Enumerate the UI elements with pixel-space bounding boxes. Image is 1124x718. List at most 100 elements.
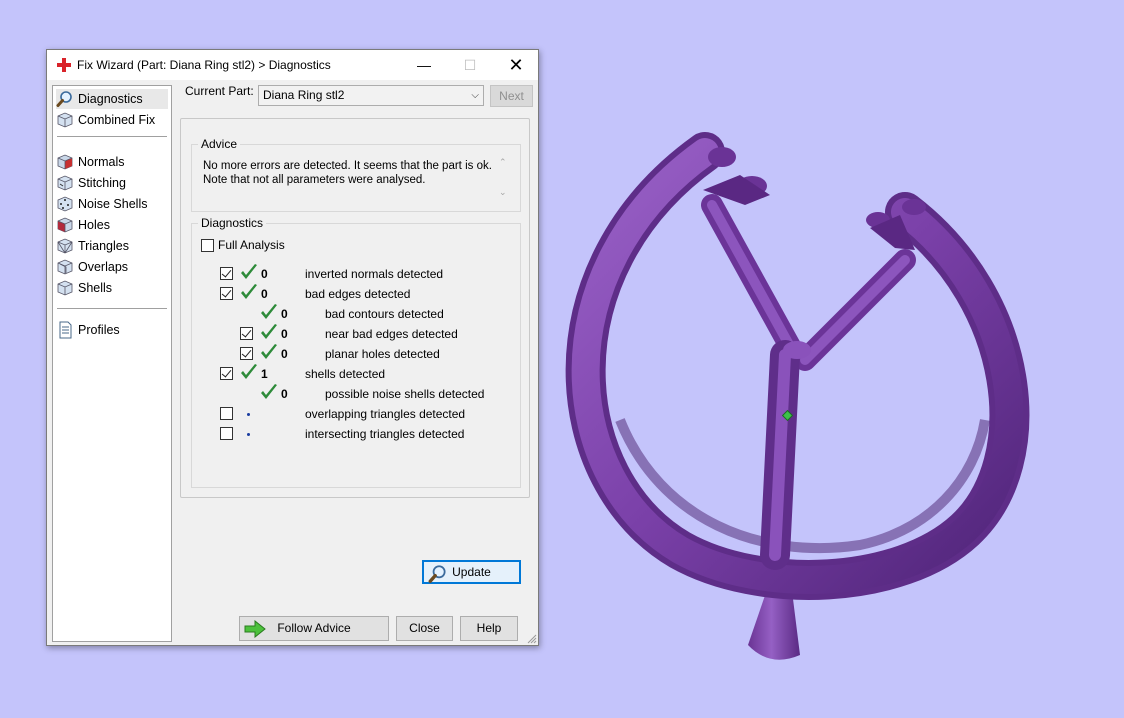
- magnifier-icon: [428, 565, 446, 583]
- wizard-sidebar: Diagnostics Combined Fix Normals Stitchi…: [52, 85, 172, 642]
- diagnostics-panel: Advice No more errors are detected. It s…: [180, 118, 530, 584]
- full-analysis-checkbox[interactable]: Full Analysis: [201, 238, 285, 252]
- diagnostics-row: 0 bad edges detected: [192, 284, 512, 304]
- scroll-up-icon[interactable]: ⌃: [499, 157, 507, 168]
- holes-cube-icon: [57, 217, 73, 233]
- row-count: 1: [261, 367, 268, 381]
- row-label: intersecting triangles detected: [305, 427, 465, 441]
- advice-scrollbar[interactable]: ⌃ ⌄: [497, 157, 511, 203]
- sidebar-item-shells[interactable]: Shells: [56, 278, 168, 298]
- sidebar-item-combined-fix[interactable]: Combined Fix: [56, 110, 168, 130]
- row-checkbox[interactable]: [240, 347, 253, 360]
- sidebar-item-holes[interactable]: Holes: [56, 215, 168, 235]
- sidebar-item-normals[interactable]: Normals: [56, 152, 168, 172]
- row-label: near bad edges detected: [325, 327, 458, 341]
- advice-text: No more errors are detected. It seems th…: [203, 159, 493, 187]
- follow-advice-button[interactable]: Follow Advice: [239, 616, 389, 641]
- row-label: shells detected: [305, 367, 386, 381]
- sidebar-item-label: Normals: [78, 155, 125, 169]
- sidebar-item-stitching[interactable]: Stitching: [56, 173, 168, 193]
- diagnostics-row: 0 near bad edges detected: [192, 324, 512, 344]
- sidebar-item-label: Triangles: [78, 239, 129, 253]
- sidebar-item-label: Overlaps: [78, 260, 129, 274]
- window-title: Fix Wizard (Part: Diana Ring stl2) > Dia…: [77, 58, 331, 72]
- red-cross-app-icon: [57, 58, 71, 72]
- green-check-icon: [261, 384, 277, 399]
- checkbox[interactable]: [201, 238, 214, 252]
- follow-advice-label: Follow Advice: [277, 621, 351, 635]
- row-count: 0: [281, 387, 288, 401]
- close-button[interactable]: Close: [396, 616, 453, 641]
- triangles-cube-icon: [57, 238, 73, 254]
- normals-cube-icon: [57, 154, 73, 170]
- sidebar-item-triangles[interactable]: Triangles: [56, 236, 168, 256]
- row-count: 0: [281, 347, 288, 361]
- combined-fix-cube-icon: [57, 112, 73, 128]
- diagnostics-group: Diagnostics Full Analysis 0 inverted norm…: [191, 216, 521, 584]
- current-part-label: Current Part:: [185, 84, 254, 98]
- row-checkbox[interactable]: [240, 327, 253, 340]
- close-window-button[interactable]: ✕: [493, 50, 539, 80]
- sidebar-divider: [57, 308, 167, 309]
- row-label: bad contours detected: [325, 307, 444, 321]
- sidebar-item-diagnostics[interactable]: Diagnostics: [56, 89, 168, 109]
- next-button[interactable]: Next: [490, 85, 533, 107]
- pending-dot-icon: [247, 433, 250, 436]
- advice-group: Advice No more errors are detected. It s…: [191, 137, 521, 212]
- diagnostics-row: 1 shells detected: [192, 364, 512, 384]
- advice-line: Note that not all parameters were analys…: [203, 174, 426, 186]
- sidebar-item-noise-shells[interactable]: Noise Shells: [56, 194, 168, 214]
- sidebar-item-label: Combined Fix: [78, 113, 156, 127]
- diagnostics-row: 0 possible noise shells detected: [192, 384, 512, 404]
- shells-cube-icon: [57, 280, 73, 296]
- sidebar-item-label: Stitching: [78, 176, 126, 190]
- row-label: inverted normals detected: [305, 267, 444, 281]
- row-label: possible noise shells detected: [325, 387, 485, 401]
- diagnostics-row: intersecting triangles detected: [192, 424, 512, 444]
- green-check-icon: [241, 264, 257, 279]
- minimize-button[interactable]: —: [401, 50, 447, 80]
- row-checkbox[interactable]: [220, 407, 233, 420]
- title-bar[interactable]: Fix Wizard (Part: Diana Ring stl2) > Dia…: [47, 50, 538, 80]
- green-check-icon: [261, 344, 277, 359]
- update-button[interactable]: Update: [422, 560, 521, 584]
- diagnostics-row: 0 inverted normals detected: [192, 264, 512, 284]
- row-checkbox[interactable]: [220, 287, 233, 300]
- row-checkbox[interactable]: [220, 367, 233, 380]
- current-part-dropdown[interactable]: Diana Ring stl2 ⌵: [258, 85, 484, 106]
- row-count: 0: [281, 307, 288, 321]
- document-icon: [59, 321, 72, 339]
- row-count: 0: [281, 327, 288, 341]
- chevron-down-icon: ⌵: [471, 90, 479, 101]
- sidebar-item-label: Profiles: [78, 323, 120, 337]
- row-checkbox[interactable]: [220, 267, 233, 280]
- noise-shells-cube-icon: [57, 196, 73, 212]
- sidebar-item-overlaps[interactable]: Overlaps: [56, 257, 168, 277]
- row-count: 0: [261, 287, 268, 301]
- sidebar-divider: [57, 136, 167, 137]
- sidebar-item-label: Diagnostics: [78, 92, 143, 106]
- green-check-icon: [261, 304, 277, 319]
- sidebar-item-label: Noise Shells: [78, 197, 148, 211]
- row-checkbox[interactable]: [220, 427, 233, 440]
- green-check-icon: [261, 324, 277, 339]
- row-count: 0: [261, 267, 268, 281]
- sidebar-item-label: Shells: [78, 281, 113, 295]
- pending-dot-icon: [247, 413, 250, 416]
- row-label: bad edges detected: [305, 287, 411, 301]
- current-part-value: Diana Ring stl2: [263, 88, 345, 102]
- green-arrow-icon: [244, 620, 266, 638]
- scroll-down-icon[interactable]: ⌄: [499, 187, 507, 198]
- help-button[interactable]: Help: [460, 616, 518, 641]
- green-check-icon: [241, 284, 257, 299]
- ring-model: [565, 132, 1030, 660]
- diagnostics-row: overlapping triangles detected: [192, 404, 512, 424]
- advice-title: Advice: [198, 137, 241, 151]
- resize-grip-icon[interactable]: [527, 634, 537, 644]
- advice-line: No more errors are detected. It seems th…: [203, 160, 492, 172]
- fix-wizard-dialog: Fix Wizard (Part: Diana Ring stl2) > Dia…: [46, 49, 539, 646]
- maximize-button[interactable]: ☐: [447, 50, 493, 80]
- green-check-icon: [241, 364, 257, 379]
- sidebar-item-profiles[interactable]: Profiles: [56, 320, 168, 340]
- full-analysis-label: Full Analysis: [218, 238, 285, 252]
